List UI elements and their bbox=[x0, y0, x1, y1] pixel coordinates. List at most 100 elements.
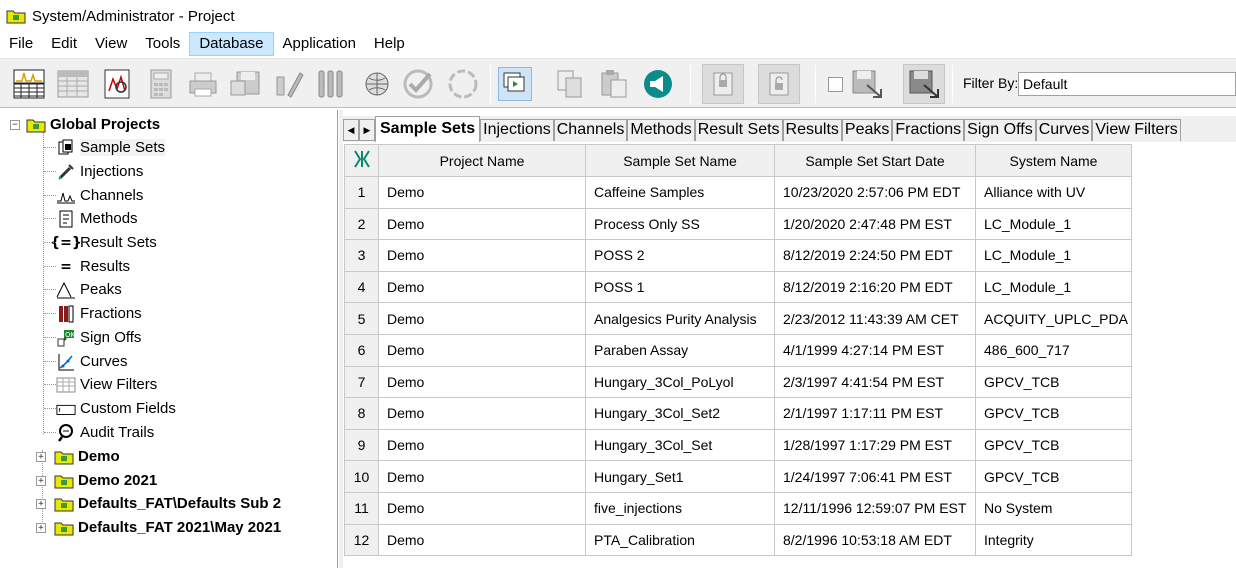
table-cell[interactable]: Demo bbox=[378, 207, 586, 241]
table-row[interactable]: 2 Demo Process Only SS 1/20/2020 2:47:48 PM… bbox=[344, 207, 1132, 241]
table-cell[interactable]: 1/28/1997 1:17:29 PM EST bbox=[774, 428, 976, 462]
menu-edit[interactable]: Edit bbox=[42, 32, 86, 56]
column-header-sample-set-name[interactable]: Sample Set Name bbox=[585, 144, 775, 177]
tree-item-curves[interactable]: Curves bbox=[44, 350, 128, 373]
table-cell[interactable]: Demo bbox=[378, 523, 586, 557]
table-cell[interactable]: Demo bbox=[378, 176, 586, 209]
table-cell[interactable]: GPCV_TCB bbox=[975, 460, 1132, 493]
table-cell[interactable]: Demo bbox=[378, 491, 586, 525]
column-header-project-name[interactable]: Project Name bbox=[378, 144, 586, 177]
column-header-system-name[interactable]: System Name bbox=[975, 144, 1132, 177]
table-cell[interactable]: Demo bbox=[378, 365, 586, 399]
tree-root-global-projects[interactable]: − Global Projects bbox=[10, 113, 160, 136]
save-as-filter-icon[interactable] bbox=[903, 64, 945, 104]
table-cell[interactable]: Alliance with UV bbox=[975, 176, 1132, 209]
row-number[interactable]: 4 bbox=[344, 270, 379, 304]
table-cell[interactable]: 1/24/1997 7:06:41 PM EST bbox=[774, 460, 976, 493]
table-row[interactable]: 12 Demo PTA_Calibration 8/2/1996 10:53:18 A… bbox=[344, 523, 1132, 557]
row-number[interactable]: 9 bbox=[344, 428, 379, 462]
tree-item-audit-trails[interactable]: Audit Trails bbox=[44, 421, 154, 444]
tab-result-sets[interactable]: Result Sets bbox=[694, 119, 783, 141]
paste-icon[interactable] bbox=[597, 67, 631, 101]
table-cell[interactable]: Process Only SS bbox=[585, 207, 775, 241]
table-cell[interactable]: 2/3/1997 4:41:54 PM EST bbox=[774, 365, 976, 399]
print-icon[interactable] bbox=[186, 67, 220, 101]
tree-item-custom-fields[interactable]: Custom Fields bbox=[44, 397, 176, 420]
table-cell[interactable]: Paraben Assay bbox=[585, 333, 775, 367]
save-icon[interactable] bbox=[228, 67, 262, 101]
table-cell[interactable]: Demo bbox=[378, 460, 586, 493]
tree-item-result-sets[interactable]: {=} Result Sets bbox=[44, 231, 157, 254]
table-cell[interactable]: GPCV_TCB bbox=[975, 365, 1132, 399]
table-cell[interactable]: Caffeine Samples bbox=[585, 176, 775, 209]
tree-item-channels[interactable]: Channels bbox=[44, 184, 143, 207]
tab-results[interactable]: Results bbox=[782, 119, 842, 141]
table-cell[interactable]: POSS 1 bbox=[585, 270, 775, 304]
tree-item-view-filters[interactable]: View Filters bbox=[44, 373, 157, 396]
tree-item-fractions[interactable]: Fractions bbox=[44, 302, 142, 325]
tree-item-injections[interactable]: Injections bbox=[44, 160, 143, 183]
table-cell[interactable]: Hungary_3Col_PoLyol bbox=[585, 365, 775, 399]
row-number[interactable]: 2 bbox=[344, 207, 379, 241]
menu-view[interactable]: View bbox=[86, 32, 136, 56]
tree-item-methods[interactable]: Methods bbox=[44, 207, 138, 230]
filter-select[interactable]: Default bbox=[1018, 72, 1236, 96]
menu-help[interactable]: Help bbox=[365, 32, 414, 56]
network-globe-icon[interactable] bbox=[360, 67, 394, 101]
tree-item-sign-offs[interactable]: OK Sign Offs bbox=[44, 326, 141, 349]
table-cell[interactable]: five_injections bbox=[585, 491, 775, 525]
unlock-document-icon[interactable] bbox=[758, 64, 800, 104]
tree-project-defaults-fat[interactable]: + Defaults_FAT\Defaults Sub 2 bbox=[36, 492, 281, 515]
table-cell[interactable]: 1/20/2020 2:47:48 PM EST bbox=[774, 207, 976, 241]
vials-icon[interactable] bbox=[314, 67, 348, 101]
tab-methods[interactable]: Methods bbox=[627, 119, 695, 141]
table-cell[interactable]: Analgesics Purity Analysis bbox=[585, 302, 775, 335]
table-row[interactable]: 6 Demo Paraben Assay 4/1/1999 4:27:14 PM ES… bbox=[344, 333, 1132, 367]
table-cell[interactable]: No System bbox=[975, 491, 1132, 525]
table-row[interactable]: 7 Demo Hungary_3Col_PoLyol 2/3/1997 4:41:54… bbox=[344, 365, 1132, 399]
expand-icon[interactable]: + bbox=[36, 498, 46, 509]
calculator-icon[interactable] bbox=[144, 67, 178, 101]
table-cell[interactable]: 10/23/2020 2:57:06 PM EDT bbox=[774, 176, 976, 209]
table-cell[interactable]: LC_Module_1 bbox=[975, 270, 1132, 304]
tree-project-demo[interactable]: + Demo bbox=[36, 445, 120, 468]
report-preview-icon[interactable] bbox=[100, 67, 134, 101]
table-cell[interactable]: Demo bbox=[378, 428, 586, 462]
copy-icon[interactable] bbox=[553, 67, 587, 101]
row-number[interactable]: 11 bbox=[344, 491, 379, 525]
row-number[interactable]: 8 bbox=[344, 397, 379, 430]
row-number[interactable]: 5 bbox=[344, 302, 379, 335]
table-cell[interactable]: Hungary_3Col_Set bbox=[585, 428, 775, 462]
table-cell[interactable]: 8/2/1996 10:53:18 AM EDT bbox=[774, 523, 976, 557]
table-cell[interactable]: 4/1/1999 4:27:14 PM EST bbox=[774, 333, 976, 367]
tree-project-defaults-fat-2021[interactable]: + Defaults_FAT 2021\May 2021 bbox=[36, 516, 281, 539]
table-cell[interactable]: Demo bbox=[378, 270, 586, 304]
expand-icon[interactable]: + bbox=[36, 451, 46, 462]
table-cell[interactable]: Demo bbox=[378, 302, 586, 335]
save-filter-icon[interactable] bbox=[850, 67, 884, 101]
table-cell[interactable]: 8/12/2019 2:24:50 PM EDT bbox=[774, 239, 976, 272]
tab-peaks[interactable]: Peaks bbox=[841, 119, 893, 141]
table-cell[interactable]: 8/12/2019 2:16:20 PM EDT bbox=[774, 270, 976, 304]
table-row[interactable]: 5 Demo Analgesics Purity Analysis 2/23/2012… bbox=[344, 302, 1132, 335]
table-row[interactable]: 8 Demo Hungary_3Col_Set2 2/1/1997 1:17:11 P… bbox=[344, 397, 1132, 430]
chromatogram-grid-icon[interactable] bbox=[12, 67, 46, 101]
tab-view-filters[interactable]: View Filters bbox=[1092, 119, 1181, 141]
table-row[interactable]: 10 Demo Hungary_Set1 1/24/1997 7:06:41 PM E… bbox=[344, 460, 1132, 493]
select-all-corner-icon[interactable] bbox=[344, 144, 379, 177]
table-cell[interactable]: 2/23/2012 11:43:39 AM CET bbox=[774, 302, 976, 335]
refresh-circle-icon[interactable] bbox=[446, 67, 480, 101]
column-header-start-date[interactable]: Sample Set Start Date bbox=[774, 144, 976, 177]
table-cell[interactable]: PTA_Calibration bbox=[585, 523, 775, 557]
menu-application[interactable]: Application bbox=[274, 32, 365, 56]
tab-scroll-right-icon[interactable]: ▶ bbox=[359, 119, 375, 141]
table-cell[interactable]: Hungary_Set1 bbox=[585, 460, 775, 493]
row-number[interactable]: 7 bbox=[344, 365, 379, 399]
edit-pencil-icon[interactable] bbox=[272, 67, 306, 101]
expand-icon[interactable]: + bbox=[36, 522, 46, 533]
table-cell[interactable]: ACQUITY_UPLC_PDA bbox=[975, 302, 1132, 335]
row-number[interactable]: 10 bbox=[344, 460, 379, 493]
tree-project-demo-2021[interactable]: + Demo 2021 bbox=[36, 469, 157, 492]
table-cell[interactable]: 486_600_717 bbox=[975, 333, 1132, 367]
row-number[interactable]: 6 bbox=[344, 333, 379, 367]
